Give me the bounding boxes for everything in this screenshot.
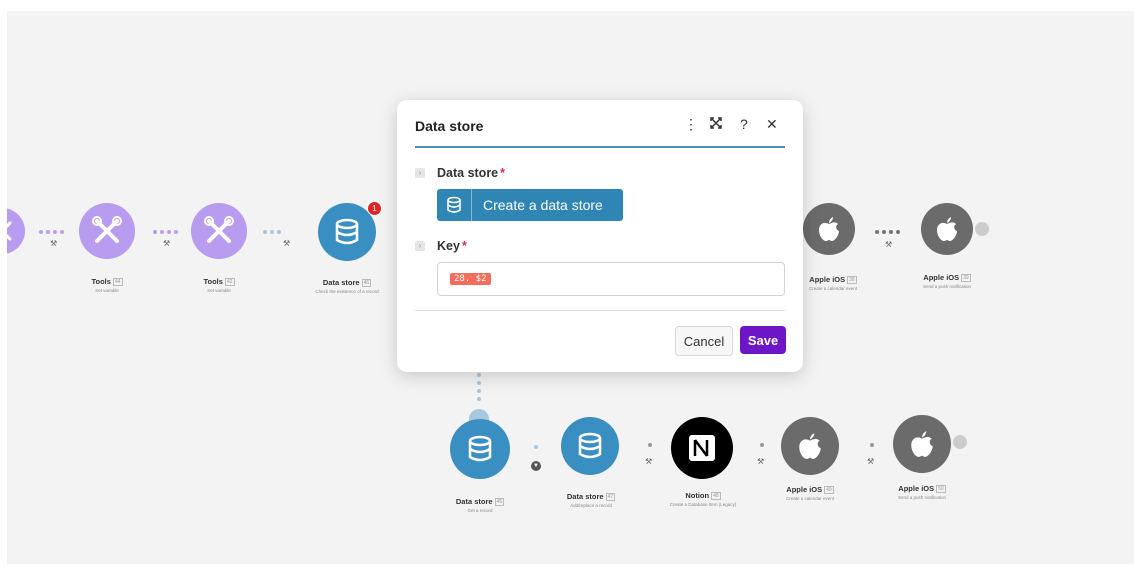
modal-title: Data store [415, 118, 484, 134]
wrench-icon[interactable]: ⚒ [163, 239, 170, 248]
add-module-handle[interactable] [975, 222, 989, 236]
node-label: Notion 48 Create a Database Item (Legacy) [669, 491, 737, 507]
field-label: Data store * [437, 166, 506, 180]
cancel-button[interactable]: Cancel [675, 326, 733, 356]
apple-icon [819, 217, 839, 241]
key-input[interactable]: 28. $2 [437, 262, 785, 296]
database-icon [468, 435, 492, 462]
database-icon [578, 432, 602, 459]
tools-icon [7, 221, 12, 241]
database-icon [335, 218, 359, 245]
wrench-icon[interactable]: ⚒ [283, 239, 290, 248]
tools-icon [204, 216, 234, 243]
apple-icon [937, 217, 957, 241]
data-store-modal: Data store ⋮ ? ✕ › Data store * Create a … [397, 100, 803, 372]
mapped-value-pill[interactable]: 28. $2 [450, 273, 491, 285]
apple-ios-node[interactable] [893, 415, 951, 473]
apple-ios-node[interactable] [781, 417, 839, 475]
tools-node-partial[interactable] [7, 208, 25, 254]
more-vertical-icon[interactable]: ⋮ [684, 116, 698, 133]
tools-icon [92, 216, 122, 243]
add-module-handle[interactable] [953, 435, 967, 449]
help-icon[interactable]: ? [740, 116, 748, 132]
tools-node[interactable] [191, 203, 247, 259]
close-icon[interactable]: ✕ [766, 116, 778, 133]
chevron-right-icon[interactable]: › [415, 241, 425, 251]
datastore-node[interactable] [561, 417, 619, 475]
node-label: Tools 44 Set variable [91, 277, 123, 293]
field-label: Key * [437, 239, 467, 253]
save-button[interactable]: Save [740, 326, 786, 354]
apple-ios-node[interactable] [921, 203, 973, 255]
filter-icon[interactable]: ▼ [531, 461, 541, 471]
node-label: Data store 47 Add/replace a record [566, 492, 616, 508]
notion-icon [689, 435, 715, 461]
wrench-icon[interactable]: ⚒ [757, 457, 764, 466]
apple-icon [911, 431, 933, 457]
apple-icon [799, 433, 821, 459]
notion-node[interactable] [671, 417, 733, 479]
wrench-icon[interactable]: ⚒ [645, 457, 652, 466]
wrench-icon[interactable]: ⚒ [50, 239, 57, 248]
node-label: Apple iOS 50 Send a push notification [897, 484, 947, 500]
node-label: Apple iOS 49 Create a calendar event [785, 485, 835, 501]
expand-icon[interactable] [709, 116, 723, 133]
node-label: Data store 45 Get a record [455, 497, 505, 513]
datastore-node[interactable] [450, 419, 510, 479]
tools-node[interactable] [79, 203, 135, 259]
error-badge: 1 [367, 201, 382, 216]
node-label: Tools 42 Set variable [203, 277, 235, 293]
apple-ios-node[interactable] [803, 203, 855, 255]
create-data-store-button[interactable]: Create a data store [437, 189, 623, 221]
database-icon [437, 189, 472, 221]
node-label: Apple iOS 39 Send a push notification [922, 273, 972, 289]
wrench-icon[interactable]: ⚒ [885, 240, 892, 249]
node-label: Data store 46 Check the existence of a re… [315, 278, 379, 294]
wrench-icon[interactable]: ⚒ [867, 457, 874, 466]
chevron-right-icon[interactable]: › [415, 168, 425, 178]
